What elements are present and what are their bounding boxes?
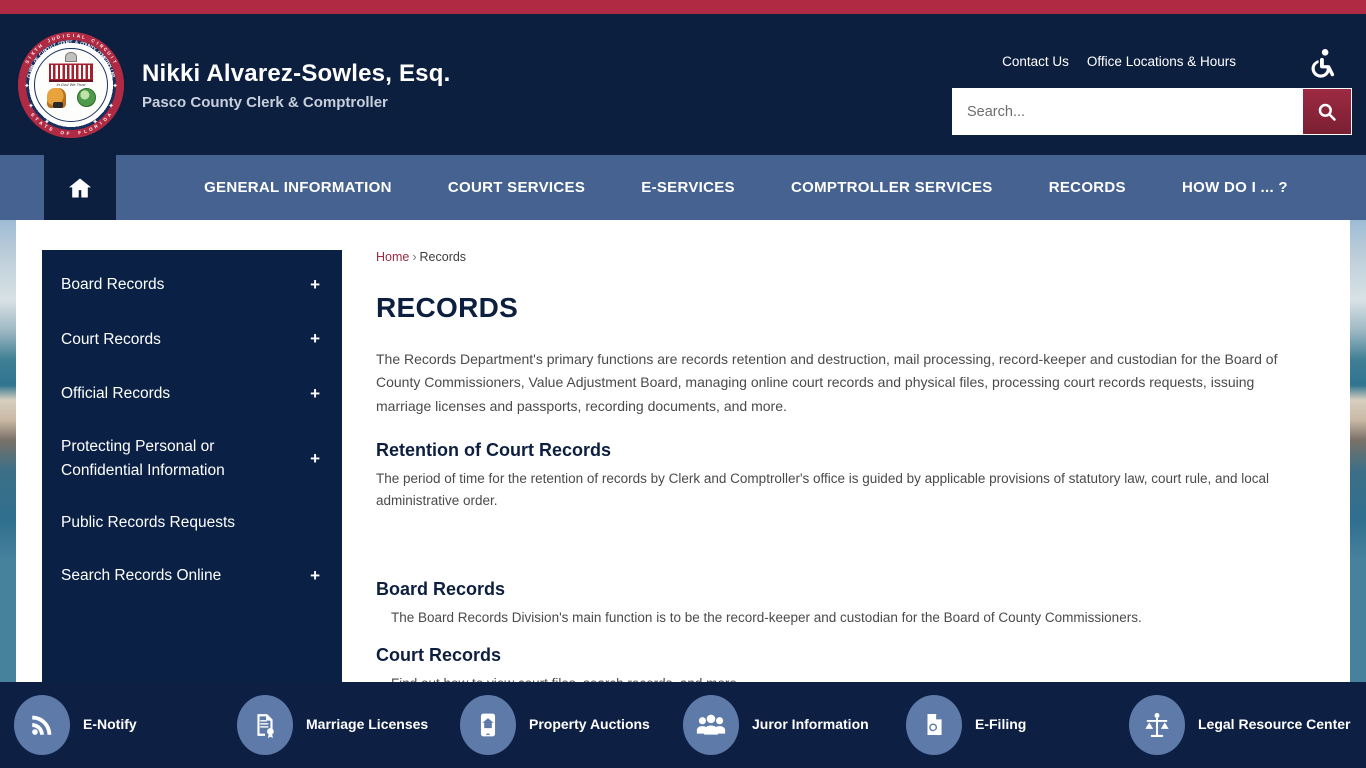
search-button[interactable] xyxy=(1303,89,1351,134)
quick-links-footer: E-Notify Marriage Licenses Property Auct… xyxy=(0,682,1366,768)
breadcrumb-current: Records xyxy=(419,250,467,264)
main-content: Home › Records RECORDS The Records Departm… xyxy=(358,250,1324,682)
section-heading-board-records: Board Records xyxy=(376,579,506,600)
sidebar-item-label: Official Records xyxy=(61,384,171,402)
top-accent-bar xyxy=(0,0,1366,14)
quick-link-property-auctions[interactable]: Property Auctions xyxy=(460,695,683,755)
office-locations-hours-link[interactable]: Office Locations & Hours xyxy=(1087,54,1236,69)
nav-item-records[interactable]: RECORDS xyxy=(1049,179,1126,196)
county-seal-logo: SIXTH JUDICIAL CIRCUITCLERK OF CIRCUIT C… xyxy=(18,32,124,138)
mobile-house-icon xyxy=(460,695,516,755)
section-body-court-records: Find out how to view court files, search… xyxy=(376,673,1302,682)
expand-plus-icon[interactable]: + xyxy=(310,381,320,407)
page-title: RECORDS xyxy=(376,292,519,323)
scales-of-justice-icon xyxy=(1129,695,1185,755)
wheelchair-accessibility-icon[interactable] xyxy=(1306,47,1340,81)
section-sidebar: Board Records + Court Records + Official… xyxy=(42,250,342,682)
sidebar-item-label: Court Records xyxy=(61,330,161,348)
nav-home-button[interactable] xyxy=(44,155,116,220)
main-navigation: GENERAL INFORMATION COURT SERVICES E-SER… xyxy=(0,155,1366,220)
seal-motto: In God We Trust xyxy=(56,82,86,88)
quick-link-e-filing[interactable]: E-Filing xyxy=(906,695,1129,755)
sidebar-item-official-records[interactable]: Official Records + xyxy=(42,367,342,421)
quick-link-legal-resource-center[interactable]: Legal Resource Center xyxy=(1129,695,1352,755)
contact-us-link[interactable]: Contact Us xyxy=(1002,54,1069,69)
nav-item-comptroller-services[interactable]: COMPTROLLER SERVICES xyxy=(791,179,993,196)
expand-plus-icon[interactable]: + xyxy=(310,272,320,298)
quick-link-label: Juror Information xyxy=(752,716,869,733)
search-bar[interactable] xyxy=(952,88,1352,135)
nav-item-e-services[interactable]: E-SERVICES xyxy=(641,179,735,196)
nav-item-general-information[interactable]: GENERAL INFORMATION xyxy=(204,179,392,196)
sidebar-item-search-records-online[interactable]: Search Records Online + xyxy=(42,549,342,603)
quick-link-label: Legal Resource Center xyxy=(1198,716,1351,733)
sidebar-item-court-records[interactable]: Court Records + xyxy=(42,312,342,366)
sidebar-item-label: Public Records Requests xyxy=(61,514,236,532)
brand[interactable]: SIXTH JUDICIAL CIRCUITCLERK OF CIRCUIT C… xyxy=(18,32,450,138)
sidebar-item-label: Protecting Personal or Confidential Info… xyxy=(61,438,225,480)
document-search-icon xyxy=(906,695,962,755)
section-heading-retention-of-court-records: Retention of Court Records xyxy=(376,440,612,461)
quick-link-juror-information[interactable]: Juror Information xyxy=(683,695,906,755)
nav-items: GENERAL INFORMATION COURT SERVICES E-SER… xyxy=(116,155,1366,220)
search-input[interactable] xyxy=(953,89,1303,134)
quick-link-e-notify[interactable]: E-Notify xyxy=(14,695,237,755)
page-content-card: Board Records + Court Records + Official… xyxy=(16,220,1350,682)
seal-pillars xyxy=(50,64,92,80)
quick-link-marriage-licenses[interactable]: Marriage Licenses xyxy=(237,695,460,755)
sidebar-item-board-records[interactable]: Board Records + xyxy=(42,258,342,312)
sidebar-item-public-records-requests[interactable]: Public Records Requests xyxy=(42,497,342,549)
brand-name: Nikki Alvarez-Sowles, Esq. xyxy=(142,59,451,87)
seal-emblem-left xyxy=(47,87,66,109)
section-body-retention-of-court-records: The period of time for the retention of … xyxy=(376,471,1270,508)
breadcrumb: Home › Records xyxy=(376,250,1302,264)
breadcrumb-home-link[interactable]: Home xyxy=(376,250,409,264)
site-header: SIXTH JUDICIAL CIRCUITCLERK OF CIRCUIT C… xyxy=(0,14,1366,155)
intro-paragraph: The Records Department's primary functio… xyxy=(376,351,1278,414)
quick-link-label: Marriage Licenses xyxy=(306,716,429,733)
section-heading-court-records: Court Records xyxy=(376,644,502,665)
brand-subtitle: Pasco County Clerk & Comptroller xyxy=(142,93,388,111)
seal-emblem-right xyxy=(76,87,97,108)
nav-item-how-do-i[interactable]: HOW DO I ... ? xyxy=(1182,179,1288,196)
expand-plus-icon[interactable]: + xyxy=(310,326,320,352)
quick-link-label: E-Filing xyxy=(975,716,1027,733)
header-utility-links: Contact Us Office Locations & Hours xyxy=(1002,54,1236,69)
sidebar-item-label: Search Records Online xyxy=(61,567,222,585)
nav-item-court-services[interactable]: COURT SERVICES xyxy=(448,179,585,196)
people-group-icon xyxy=(683,695,739,755)
expand-plus-icon[interactable]: + xyxy=(310,563,320,589)
certificate-document-icon xyxy=(237,695,293,755)
sidebar-item-protecting-personal-or-confidential-information[interactable]: Protecting Personal or Confidential Info… xyxy=(42,421,342,497)
rss-feed-icon xyxy=(14,695,70,755)
sidebar-item-label: Board Records xyxy=(61,276,165,294)
breadcrumb-separator: › xyxy=(412,250,417,264)
quick-link-label: E-Notify xyxy=(83,716,137,733)
quick-link-label: Property Auctions xyxy=(529,716,650,733)
seal-inner-disc: In God We Trust xyxy=(33,47,109,123)
home-icon xyxy=(67,175,93,201)
section-body-board-records: The Board Records Division's main functi… xyxy=(391,610,1142,626)
expand-plus-icon[interactable]: + xyxy=(310,446,320,472)
